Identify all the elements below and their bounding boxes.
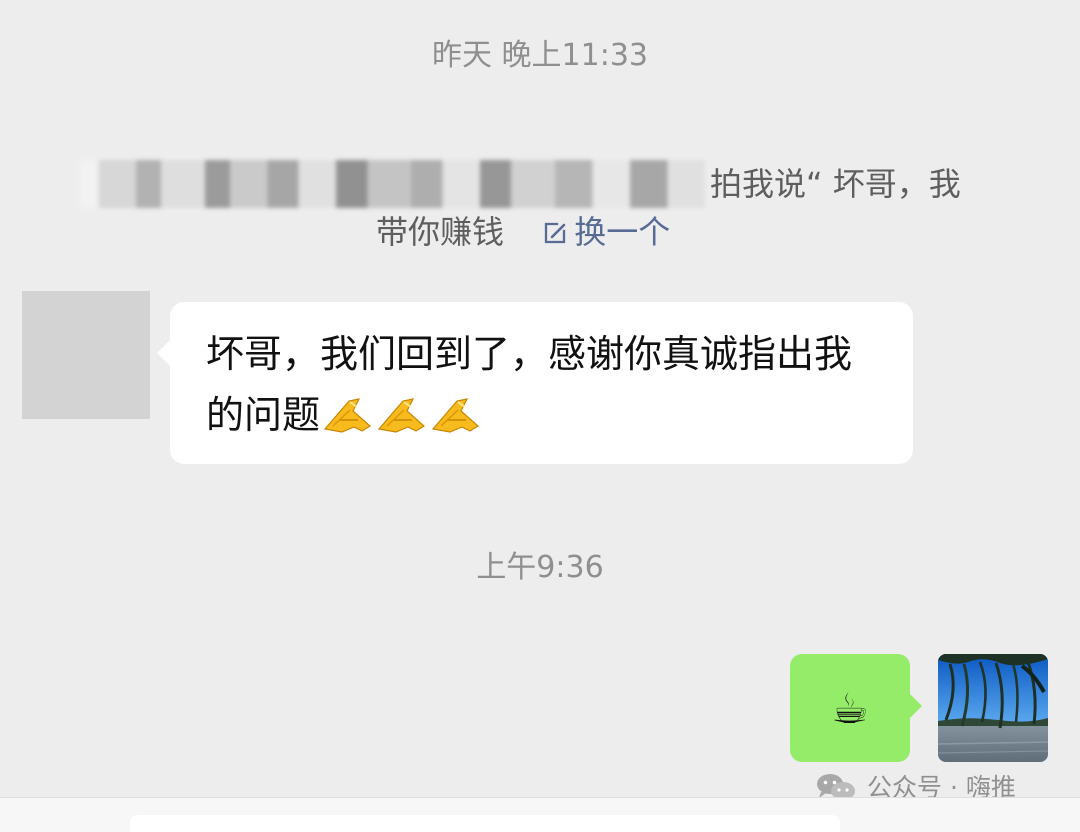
change-pat-link[interactable]: 换一个: [542, 213, 670, 251]
blurred-redacted-text: [80, 160, 705, 208]
coffee-emoji: ☕: [831, 684, 869, 733]
folded-hands-emoji-3: [430, 392, 482, 434]
outgoing-message-bubble[interactable]: ☕: [790, 654, 922, 762]
pat-message-line-2-container: 带你赚钱 换一个: [376, 208, 670, 256]
edit-box-icon: [545, 222, 566, 244]
chat-timestamp-2: 上午9:36: [476, 550, 604, 585]
incoming-message-bubble[interactable]: 坏哥，我们回到了，感谢你真诚指出我的问题: [157, 302, 913, 464]
change-pat-link-label: 换一个: [574, 213, 671, 251]
pat-message-line-2: 带你赚钱: [376, 213, 505, 251]
contact-avatar[interactable]: [22, 291, 150, 419]
chat-timestamp-1: 昨天 晚上11:33: [432, 38, 648, 73]
message-input[interactable]: [130, 815, 840, 832]
lake-willow-avatar-image: [938, 654, 1048, 762]
pat-message-line-1: 拍我说“ 坏哥，我: [710, 165, 961, 203]
folded-hands-emoji-1: [322, 392, 374, 434]
my-avatar[interactable]: [938, 654, 1048, 762]
pat-system-message: 拍我说“ 坏哥，我 带你赚钱 换一个: [80, 160, 1010, 260]
folded-hands-emoji-2: [376, 392, 428, 434]
incoming-message-text: 坏哥，我们回到了，感谢你真诚指出我的问题: [206, 332, 853, 437]
input-area: [0, 797, 1080, 832]
